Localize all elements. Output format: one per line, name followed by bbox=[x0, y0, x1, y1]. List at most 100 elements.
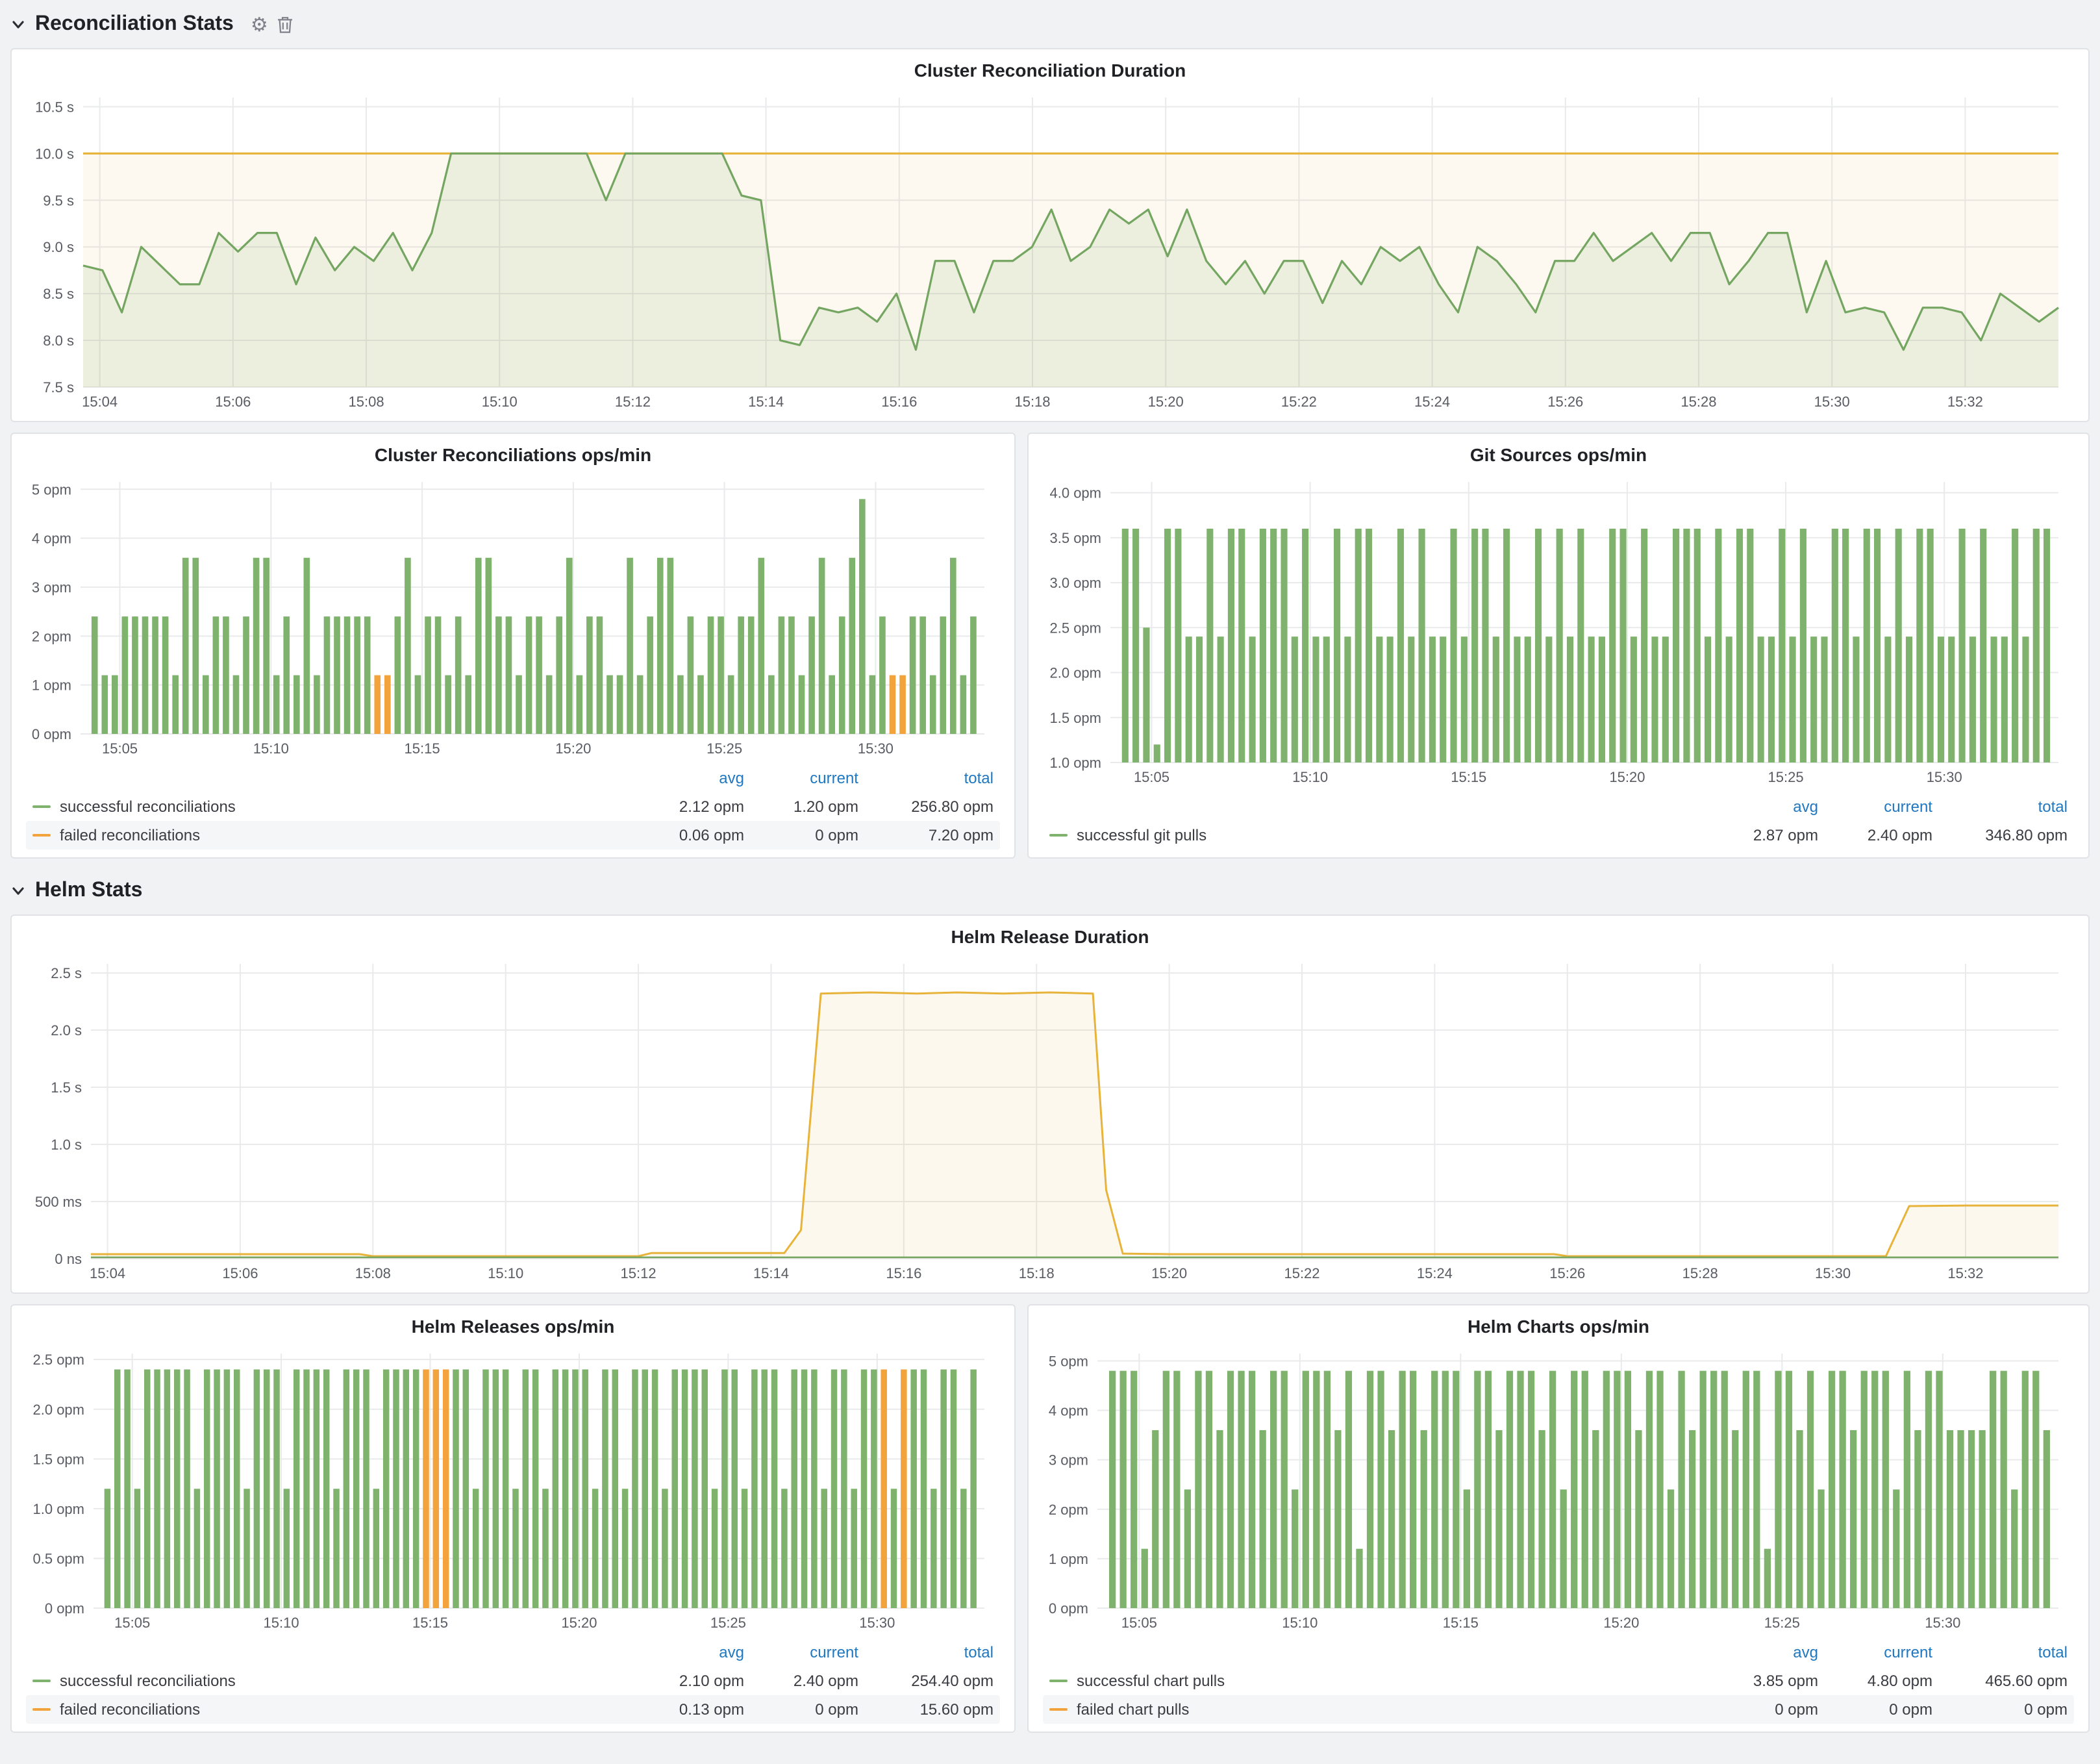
svg-text:15:22: 15:22 bbox=[1284, 1265, 1319, 1281]
legend-row: successful chart pulls 3.85 opm 4.80 opm… bbox=[1043, 1667, 2074, 1695]
legend-row: successful reconciliations 2.12 opm 1.20… bbox=[26, 792, 1000, 821]
legend-total-value: 0 opm bbox=[1932, 1700, 2068, 1719]
gear-icon[interactable]: ⚙ bbox=[251, 15, 268, 34]
legend: avg current total successful reconciliat… bbox=[23, 760, 1003, 850]
section-helm-stats[interactable]: Helm Stats bbox=[10, 874, 2090, 908]
svg-text:15:22: 15:22 bbox=[1281, 394, 1317, 410]
series-toggle[interactable]: successful reconciliations bbox=[32, 1672, 630, 1690]
series-toggle[interactable]: successful reconciliations bbox=[32, 798, 630, 816]
svg-text:3.0 opm: 3.0 opm bbox=[1050, 575, 1102, 591]
svg-text:5 opm: 5 opm bbox=[1049, 1353, 1088, 1369]
legend-col-current[interactable]: current bbox=[744, 1643, 858, 1661]
series-swatch bbox=[32, 1708, 51, 1711]
svg-text:15:10: 15:10 bbox=[482, 394, 518, 410]
legend-total-value: 15.60 opm bbox=[858, 1700, 994, 1719]
svg-text:15:30: 15:30 bbox=[1814, 394, 1850, 410]
legend-avg-value: 2.10 opm bbox=[630, 1672, 744, 1690]
panel-title[interactable]: Helm Releases ops/min bbox=[23, 1312, 1003, 1343]
svg-text:1.5 opm: 1.5 opm bbox=[1050, 710, 1102, 726]
legend-header: avg current total bbox=[1043, 792, 2074, 821]
section-title: Helm Stats bbox=[35, 879, 142, 903]
legend-col-avg[interactable]: avg bbox=[630, 769, 744, 787]
helm-charts-chart[interactable]: 15:0515:1015:1515:2015:2515:300 opm1 opm… bbox=[1040, 1343, 2077, 1634]
legend-col-total[interactable]: total bbox=[1932, 1643, 2068, 1661]
legend-col-avg[interactable]: avg bbox=[1704, 1643, 1818, 1661]
panel-title[interactable]: Helm Charts ops/min bbox=[1040, 1312, 2077, 1343]
legend: avg current total successful git pulls 2… bbox=[1040, 788, 2077, 850]
legend-col-current[interactable]: current bbox=[1818, 798, 1932, 816]
svg-text:1.0 s: 1.0 s bbox=[51, 1137, 82, 1153]
series-toggle[interactable]: failed chart pulls bbox=[1049, 1700, 1704, 1719]
svg-text:15:16: 15:16 bbox=[886, 1265, 921, 1281]
svg-text:0 opm: 0 opm bbox=[32, 726, 71, 742]
svg-text:15:20: 15:20 bbox=[561, 1615, 597, 1631]
helm-release-duration-chart[interactable]: 15:0415:0615:0815:1015:1215:1415:1615:18… bbox=[23, 953, 2077, 1285]
svg-text:15:16: 15:16 bbox=[881, 394, 917, 410]
svg-text:9.0 s: 9.0 s bbox=[43, 239, 74, 255]
svg-text:15:05: 15:05 bbox=[1134, 769, 1169, 785]
svg-text:0 opm: 0 opm bbox=[45, 1600, 84, 1617]
legend-col-total[interactable]: total bbox=[1932, 798, 2068, 816]
svg-text:15:25: 15:25 bbox=[710, 1615, 746, 1631]
series-toggle[interactable]: failed reconciliations bbox=[32, 1700, 630, 1719]
series-label: successful git pulls bbox=[1077, 826, 1206, 844]
svg-text:2.0 opm: 2.0 opm bbox=[1050, 665, 1102, 681]
svg-text:15:14: 15:14 bbox=[753, 1265, 789, 1281]
svg-text:5 opm: 5 opm bbox=[32, 481, 71, 498]
svg-text:15:20: 15:20 bbox=[1151, 1265, 1187, 1281]
svg-text:1 opm: 1 opm bbox=[32, 677, 71, 694]
series-label: failed reconciliations bbox=[60, 826, 200, 844]
legend-col-current[interactable]: current bbox=[744, 769, 858, 787]
legend-col-avg[interactable]: avg bbox=[630, 1643, 744, 1661]
legend-avg-value: 2.12 opm bbox=[630, 798, 744, 816]
svg-text:15:18: 15:18 bbox=[1019, 1265, 1055, 1281]
svg-text:0 ns: 0 ns bbox=[55, 1251, 82, 1267]
svg-text:9.5 s: 9.5 s bbox=[43, 192, 74, 208]
legend-header: avg current total bbox=[26, 764, 1000, 792]
helm-releases-chart[interactable]: 15:0515:1015:1515:2015:2515:300 opm0.5 o… bbox=[23, 1343, 1003, 1634]
series-swatch bbox=[32, 834, 51, 837]
section-reconciliation-stats[interactable]: Reconciliation Stats ⚙ bbox=[10, 8, 2090, 42]
legend-col-total[interactable]: total bbox=[858, 1643, 994, 1661]
svg-text:15:10: 15:10 bbox=[1292, 769, 1328, 785]
panel-title[interactable]: Cluster Reconciliation Duration bbox=[23, 56, 2077, 87]
trash-icon[interactable] bbox=[277, 16, 294, 34]
dashboard: Reconciliation Stats ⚙ Cluster Reconcili… bbox=[0, 0, 2100, 1764]
legend-row: failed reconciliations 0.06 opm 0 opm 7.… bbox=[26, 821, 1000, 850]
svg-text:15:12: 15:12 bbox=[615, 394, 651, 410]
svg-text:15:26: 15:26 bbox=[1547, 394, 1583, 410]
svg-text:15:30: 15:30 bbox=[858, 740, 894, 757]
panel-title[interactable]: Git Sources ops/min bbox=[1040, 440, 2077, 472]
svg-text:15:24: 15:24 bbox=[1414, 394, 1450, 410]
cluster-reconciliations-chart[interactable]: 15:0515:1015:1515:2015:2515:300 opm1 opm… bbox=[23, 472, 1003, 760]
legend-col-avg[interactable]: avg bbox=[1704, 798, 1818, 816]
series-swatch bbox=[1049, 1680, 1068, 1682]
chevron-down-icon bbox=[10, 17, 26, 32]
svg-text:15:08: 15:08 bbox=[349, 394, 384, 410]
legend-row: successful reconciliations 2.10 opm 2.40… bbox=[26, 1667, 1000, 1695]
legend-avg-value: 0.06 opm bbox=[630, 826, 744, 844]
panel-title[interactable]: Cluster Reconciliations ops/min bbox=[23, 440, 1003, 472]
legend-current-value: 2.40 opm bbox=[1818, 826, 1932, 844]
chevron-down-icon bbox=[10, 883, 26, 899]
svg-text:15:04: 15:04 bbox=[90, 1265, 125, 1281]
svg-text:4 opm: 4 opm bbox=[32, 531, 71, 547]
cluster-reconciliation-duration-chart[interactable]: 15:0415:0615:0815:1015:1215:1415:1615:18… bbox=[23, 87, 2077, 413]
svg-text:4 opm: 4 opm bbox=[1049, 1403, 1088, 1419]
series-toggle[interactable]: failed reconciliations bbox=[32, 826, 630, 844]
legend-col-total[interactable]: total bbox=[858, 769, 994, 787]
legend-row: failed reconciliations 0.13 opm 0 opm 15… bbox=[26, 1695, 1000, 1724]
svg-text:15:18: 15:18 bbox=[1014, 394, 1050, 410]
svg-text:15:26: 15:26 bbox=[1549, 1265, 1585, 1281]
svg-text:15:15: 15:15 bbox=[1443, 1615, 1479, 1631]
legend-current-value: 2.40 opm bbox=[744, 1672, 858, 1690]
series-toggle[interactable]: successful git pulls bbox=[1049, 826, 1704, 844]
svg-text:0 opm: 0 opm bbox=[1049, 1600, 1088, 1617]
legend-col-current[interactable]: current bbox=[1818, 1643, 1932, 1661]
git-sources-chart[interactable]: 15:0515:1015:1515:2015:2515:301.0 opm1.5… bbox=[1040, 472, 2077, 788]
legend-avg-value: 3.85 opm bbox=[1704, 1672, 1818, 1690]
svg-text:1.0 opm: 1.0 opm bbox=[33, 1501, 85, 1517]
series-toggle[interactable]: successful chart pulls bbox=[1049, 1672, 1704, 1690]
panel-title[interactable]: Helm Release Duration bbox=[23, 922, 2077, 953]
svg-text:500 ms: 500 ms bbox=[35, 1194, 82, 1210]
